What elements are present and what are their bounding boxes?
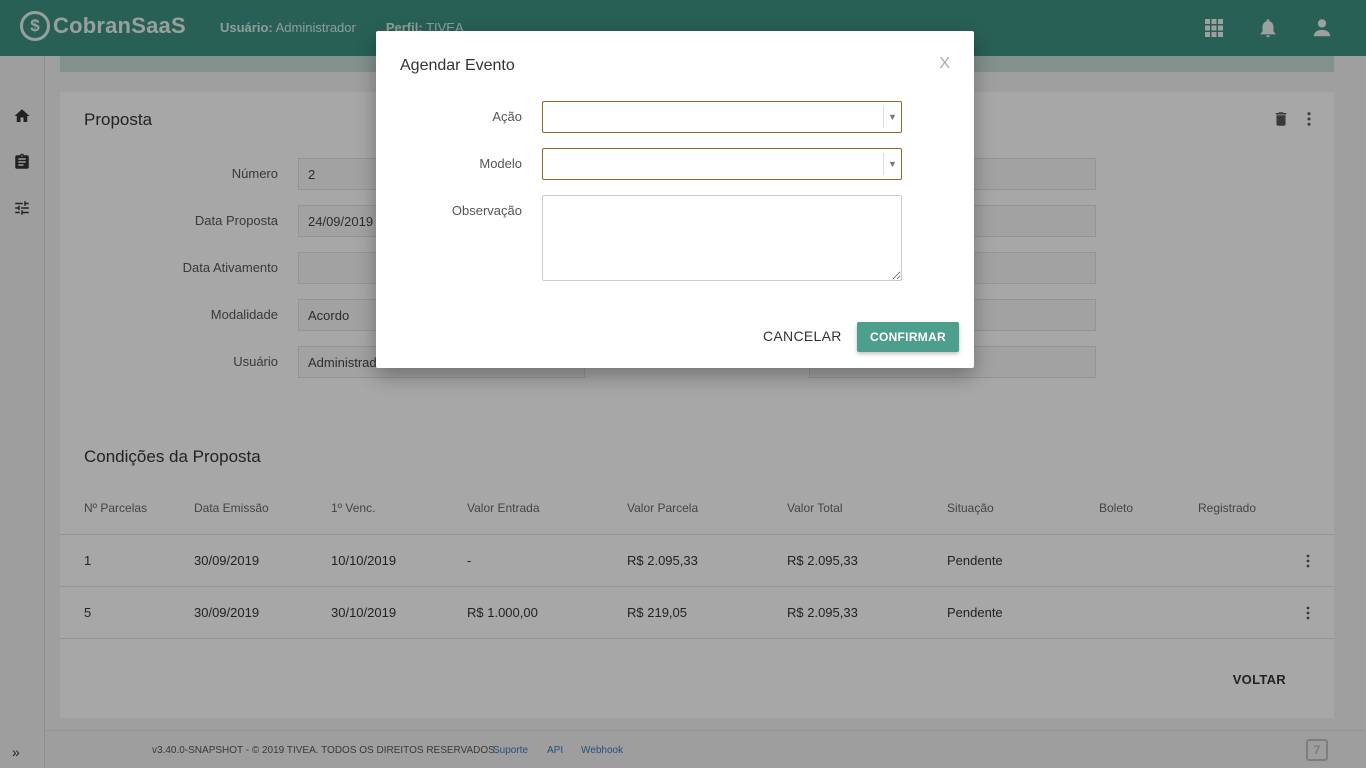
- schedule-event-dialog: Agendar Evento X Ação ▼ Modelo ▼ Observa…: [376, 31, 974, 368]
- model-select[interactable]: ▼: [542, 148, 902, 180]
- confirm-button[interactable]: CONFIRMAR: [857, 322, 959, 352]
- model-label: Modelo: [479, 156, 522, 171]
- action-label: Ação: [492, 109, 522, 124]
- action-select[interactable]: ▼: [542, 101, 902, 133]
- observation-label: Observação: [451, 203, 522, 218]
- close-button[interactable]: X: [939, 55, 950, 73]
- dialog-title: Agendar Evento: [400, 57, 515, 74]
- dropdown-arrow-icon: ▼: [883, 106, 901, 128]
- observation-textarea[interactable]: [542, 195, 902, 281]
- cancel-button[interactable]: CANCELAR: [763, 328, 842, 344]
- dropdown-arrow-icon: ▼: [883, 153, 901, 175]
